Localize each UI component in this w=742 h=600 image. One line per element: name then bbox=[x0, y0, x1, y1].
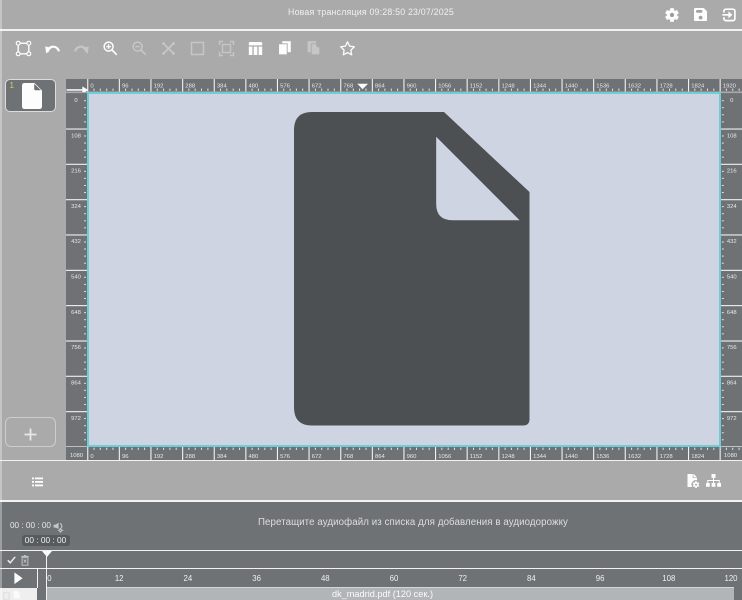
svg-text:1728: 1728 bbox=[660, 453, 674, 459]
svg-text:756: 756 bbox=[727, 345, 738, 351]
svg-text:756: 756 bbox=[71, 345, 82, 351]
svg-text:1080: 1080 bbox=[70, 453, 84, 459]
svg-text:480: 480 bbox=[249, 453, 260, 459]
svg-text:1632: 1632 bbox=[628, 453, 641, 459]
svg-text:864: 864 bbox=[375, 83, 386, 89]
svg-text:1248: 1248 bbox=[502, 83, 516, 89]
svg-text:1056: 1056 bbox=[438, 453, 452, 459]
svg-text:1056: 1056 bbox=[438, 83, 452, 89]
svg-text:672: 672 bbox=[312, 83, 322, 89]
svg-text:540: 540 bbox=[71, 274, 82, 280]
svg-text:1080: 1080 bbox=[724, 453, 738, 459]
svg-text:576: 576 bbox=[280, 83, 291, 89]
svg-text:1152: 1152 bbox=[470, 453, 483, 459]
svg-text:1632: 1632 bbox=[628, 83, 641, 89]
svg-text:672: 672 bbox=[312, 453, 322, 459]
svg-text:864: 864 bbox=[71, 380, 82, 386]
svg-text:540: 540 bbox=[727, 274, 738, 280]
svg-text:972: 972 bbox=[71, 415, 81, 421]
svg-text:1920: 1920 bbox=[723, 83, 737, 89]
svg-text:432: 432 bbox=[727, 239, 737, 245]
svg-text:768: 768 bbox=[343, 83, 354, 89]
svg-text:972: 972 bbox=[727, 415, 737, 421]
svg-text:864: 864 bbox=[727, 380, 738, 386]
svg-text:1440: 1440 bbox=[565, 453, 579, 459]
svg-text:1344: 1344 bbox=[533, 453, 547, 459]
svg-text:324: 324 bbox=[727, 203, 738, 209]
svg-text:288: 288 bbox=[185, 453, 196, 459]
svg-text:864: 864 bbox=[375, 453, 386, 459]
svg-text:96: 96 bbox=[122, 453, 129, 459]
svg-text:108: 108 bbox=[71, 133, 82, 139]
svg-text:1728: 1728 bbox=[660, 83, 674, 89]
svg-text:1824: 1824 bbox=[691, 453, 705, 459]
svg-text:1440: 1440 bbox=[565, 83, 579, 89]
svg-text:108: 108 bbox=[727, 133, 738, 139]
svg-text:192: 192 bbox=[154, 83, 164, 89]
svg-text:192: 192 bbox=[154, 453, 164, 459]
svg-text:1536: 1536 bbox=[596, 83, 610, 89]
svg-text:216: 216 bbox=[727, 168, 738, 174]
svg-text:648: 648 bbox=[727, 309, 738, 315]
svg-text:1344: 1344 bbox=[533, 83, 547, 89]
svg-text:960: 960 bbox=[407, 453, 418, 459]
svg-text:216: 216 bbox=[71, 168, 82, 174]
svg-text:432: 432 bbox=[71, 239, 81, 245]
svg-text:1536: 1536 bbox=[596, 453, 610, 459]
svg-text:480: 480 bbox=[249, 83, 260, 89]
svg-text:1824: 1824 bbox=[691, 83, 705, 89]
svg-text:960: 960 bbox=[407, 83, 418, 89]
svg-text:576: 576 bbox=[280, 453, 291, 459]
svg-text:96: 96 bbox=[122, 83, 129, 89]
svg-text:384: 384 bbox=[217, 83, 228, 89]
svg-text:1152: 1152 bbox=[470, 83, 483, 89]
svg-text:324: 324 bbox=[71, 203, 82, 209]
svg-text:768: 768 bbox=[343, 453, 354, 459]
svg-text:384: 384 bbox=[217, 453, 228, 459]
svg-text:288: 288 bbox=[185, 83, 196, 89]
svg-text:648: 648 bbox=[71, 309, 82, 315]
svg-text:1248: 1248 bbox=[502, 453, 516, 459]
